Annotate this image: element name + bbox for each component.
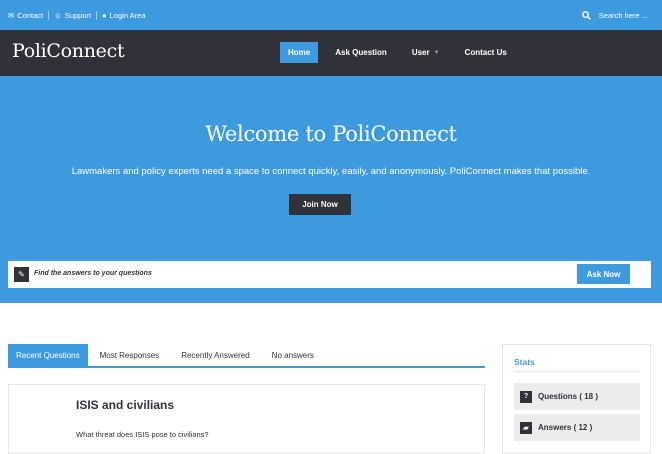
tab-recent-questions[interactable]: Recent Questions <box>8 344 88 366</box>
nav-home[interactable]: Home <box>280 42 319 63</box>
stats-widget: Stats ? Questions ( 18 ) ▰ Answers ( 12 … <box>502 344 651 454</box>
join-now-button[interactable]: Join Now <box>289 194 351 215</box>
question-body: What threat does ISIS pose to civilians? <box>76 430 209 439</box>
envelope-icon: ✉ <box>8 11 15 20</box>
ask-bar: ✎ Find the answers to your questions Ask… <box>8 261 651 288</box>
stat-questions: ? Questions ( 18 ) <box>514 383 640 410</box>
tab-no-answers[interactable]: No answers <box>262 344 324 366</box>
stat-answers: ▰ Answers ( 12 ) <box>514 414 640 441</box>
nav-user-label: User <box>411 48 430 57</box>
divider <box>514 371 640 372</box>
hero-title: Welcome to PoliConnect <box>205 122 457 146</box>
login-link[interactable]: ● Login Area <box>102 11 145 20</box>
tab-recently-answered[interactable]: Recently Answered <box>171 344 259 366</box>
nav-ask-question[interactable]: Ask Question <box>327 42 395 63</box>
question-card: ISIS and civilians What threat does ISIS… <box>8 384 485 454</box>
main-navbar: PoliConnect Home Ask Question User ▼ Con… <box>0 30 662 76</box>
top-bar: ✉ Contact ☺ Support ● Login Area Search … <box>0 0 662 30</box>
question-icon: ? <box>520 390 532 403</box>
stats-title: Stats <box>514 357 535 367</box>
support-icon: ☺ <box>54 11 62 20</box>
nav-user[interactable]: User ▼ <box>404 42 448 63</box>
user-icon: ● <box>102 11 107 20</box>
ask-now-button[interactable]: Ask Now <box>577 264 630 284</box>
stat-answers-label: Answers ( 12 ) <box>538 423 593 432</box>
hero-subtitle: Lawmakers and policy experts need a spac… <box>71 166 591 177</box>
search-icon <box>581 11 591 20</box>
contact-link[interactable]: ✉ Contact <box>8 11 43 20</box>
hero-banner: Welcome to PoliConnect Lawmakers and pol… <box>0 76 662 303</box>
question-title[interactable]: ISIS and civilians <box>76 398 174 412</box>
divider <box>48 11 50 20</box>
tab-most-responses[interactable]: Most Responses <box>90 344 170 366</box>
ask-prompt[interactable]: Find the answers to your questions <box>34 270 152 277</box>
pencil-icon: ✎ <box>14 267 29 282</box>
nav-contact-us[interactable]: Contact Us <box>457 42 515 63</box>
chevron-down-icon: ▼ <box>433 49 440 56</box>
comment-icon: ▰ <box>520 421 532 434</box>
support-link[interactable]: ☺ Support <box>54 11 91 20</box>
search-input[interactable]: Search here ... <box>599 11 648 20</box>
search-box[interactable]: Search here ... <box>581 11 648 20</box>
question-tabs: Recent Questions Most Responses Recently… <box>8 344 485 368</box>
site-logo[interactable]: PoliConnect <box>12 40 125 62</box>
divider <box>96 11 98 20</box>
main-nav: Home Ask Question User ▼ Contact Us <box>280 42 524 63</box>
top-links: ✉ Contact ☺ Support ● Login Area <box>8 11 146 20</box>
stat-questions-label: Questions ( 18 ) <box>538 392 599 401</box>
